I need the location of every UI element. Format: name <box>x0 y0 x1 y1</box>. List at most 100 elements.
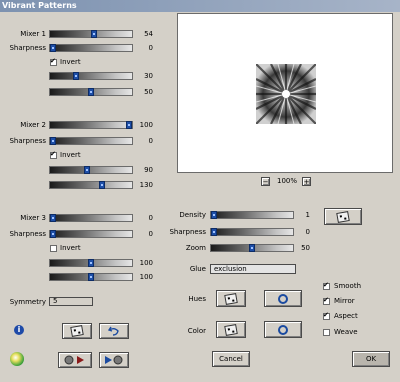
mixer2-value: 100 <box>139 121 153 129</box>
density-value: 1 <box>305 211 310 219</box>
play-icon <box>105 355 123 365</box>
slider-thumb[interactable] <box>50 44 56 52</box>
zoom-label: Zoom <box>185 244 206 252</box>
info-icon[interactable]: i <box>14 325 24 335</box>
sharpness2-value: 0 <box>148 137 153 145</box>
dice-icon <box>336 210 350 223</box>
slider-3b[interactable] <box>49 273 133 281</box>
mixer1-value: 54 <box>144 30 153 38</box>
sharpness2-slider[interactable] <box>49 137 133 145</box>
mixer1-slider[interactable] <box>49 30 133 38</box>
right-sharpness-slider[interactable] <box>210 228 294 236</box>
color-label: Color <box>187 327 206 335</box>
sharpness1-label: Sharpness <box>9 44 46 52</box>
mirror-label: Mirror <box>334 297 355 305</box>
sharpness1-slider[interactable] <box>49 44 133 52</box>
title-bar: Vibrant Patterns <box>0 0 400 12</box>
minus-icon: − <box>262 177 269 186</box>
mirror-checkbox[interactable] <box>323 296 330 305</box>
slider-thumb[interactable] <box>50 137 56 145</box>
slider-2b-value: 130 <box>139 181 153 189</box>
dice-icon <box>224 323 238 336</box>
zoom-in-button[interactable]: + <box>302 177 311 186</box>
symmetry-label: Symmetry <box>9 298 46 306</box>
smooth-checkbox[interactable] <box>323 281 330 290</box>
slider-thumb[interactable] <box>50 214 56 222</box>
next-preset-button[interactable] <box>99 352 129 368</box>
circle-icon <box>278 293 288 304</box>
slider-1b[interactable] <box>49 88 133 96</box>
weave-checkbox[interactable] <box>323 329 330 336</box>
slider-2a[interactable] <box>49 166 133 174</box>
sharpness1-value: 0 <box>148 44 153 52</box>
slider-2a-value: 90 <box>144 166 153 174</box>
pattern-preview-image <box>256 64 316 124</box>
right-sharpness-value: 0 <box>305 228 310 236</box>
slider-thumb[interactable] <box>211 228 217 236</box>
ok-button[interactable]: OK <box>352 351 390 367</box>
slider-3a[interactable] <box>49 259 133 267</box>
randomize-pattern-button[interactable] <box>324 208 362 225</box>
plus-icon: + <box>303 177 310 186</box>
slider-1a-value: 30 <box>144 72 153 80</box>
invert3-checkbox[interactable] <box>50 245 57 252</box>
invert3-label: Invert <box>60 244 81 252</box>
dice-icon <box>70 325 84 337</box>
slider-thumb[interactable] <box>88 88 94 96</box>
previous-preset-button[interactable] <box>58 352 92 368</box>
zoom-value: 50 <box>301 244 310 252</box>
slider-thumb[interactable] <box>73 72 79 80</box>
slider-1a[interactable] <box>49 72 133 80</box>
slider-thumb[interactable] <box>84 166 90 174</box>
slider-thumb[interactable] <box>88 273 94 281</box>
mixer2-slider[interactable] <box>49 121 133 129</box>
circle-icon <box>278 324 288 335</box>
cancel-button[interactable]: Cancel <box>212 351 250 367</box>
randomize-button[interactable] <box>62 323 92 339</box>
mixer2-label: Mixer 2 <box>20 121 46 129</box>
hues-label: Hues <box>188 295 206 303</box>
aspect-label: Aspect <box>334 312 358 320</box>
slider-thumb[interactable] <box>91 30 97 38</box>
smooth-label: Smooth <box>334 282 362 290</box>
right-sharpness-label: Sharpness <box>169 228 206 236</box>
reset-button[interactable] <box>99 323 129 339</box>
density-label: Density <box>179 211 206 219</box>
filter-logo-icon <box>10 352 24 366</box>
symmetry-field[interactable]: 5 <box>49 297 93 306</box>
slider-thumb[interactable] <box>211 211 217 219</box>
window-title: Vibrant Patterns <box>2 1 77 10</box>
color-random-button[interactable] <box>216 321 246 338</box>
invert1-checkbox[interactable] <box>50 57 57 66</box>
sharpness2-label: Sharpness <box>9 137 46 145</box>
undo-icon <box>108 326 119 336</box>
invert2-checkbox[interactable] <box>50 150 57 159</box>
weave-label: Weave <box>334 328 358 336</box>
slider-3b-value: 100 <box>139 273 153 281</box>
hues-reset-button[interactable] <box>264 290 302 307</box>
sharpness3-label: Sharpness <box>9 230 46 238</box>
zoom-level: 100% <box>277 177 298 185</box>
density-slider[interactable] <box>210 211 294 219</box>
mixer3-slider[interactable] <box>49 214 133 222</box>
zoom-slider[interactable] <box>210 244 294 252</box>
color-reset-button[interactable] <box>264 321 302 338</box>
mixer3-label: Mixer 3 <box>20 214 46 222</box>
hues-random-button[interactable] <box>216 290 246 307</box>
dice-icon <box>224 292 238 305</box>
slider-thumb[interactable] <box>50 230 56 238</box>
preview-panel[interactable] <box>177 13 393 173</box>
slider-thumb[interactable] <box>249 244 255 252</box>
slider-thumb[interactable] <box>88 259 94 267</box>
aspect-checkbox[interactable] <box>323 311 330 320</box>
slider-thumb[interactable] <box>126 121 132 129</box>
slider-2b[interactable] <box>49 181 133 189</box>
sharpness3-slider[interactable] <box>49 230 133 238</box>
glue-select[interactable]: exclusion <box>210 264 296 274</box>
invert1-label: Invert <box>60 58 81 66</box>
zoom-out-button[interactable]: − <box>261 177 270 186</box>
slider-1b-value: 50 <box>144 88 153 96</box>
rewind-icon <box>64 355 84 365</box>
slider-thumb[interactable] <box>99 181 105 189</box>
mixer1-label: Mixer 1 <box>20 30 46 38</box>
